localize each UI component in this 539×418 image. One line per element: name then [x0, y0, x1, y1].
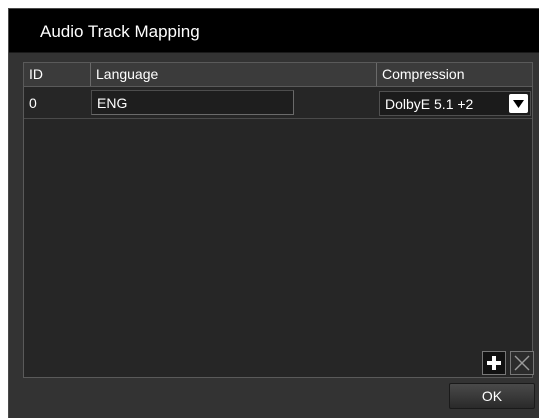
compression-select-value: DolbyE 5.1 +2	[385, 96, 474, 112]
column-header-compression[interactable]: Compression	[376, 63, 532, 86]
compression-select[interactable]: DolbyE 5.1 +2	[379, 91, 531, 116]
cross-icon	[514, 355, 530, 371]
table-row[interactable]: 0 DolbyE 5.1 +2	[24, 89, 532, 119]
audio-track-mapping-dialog: Audio Track Mapping ID Language Compress…	[8, 8, 539, 418]
add-track-button[interactable]	[482, 351, 506, 375]
ok-button[interactable]: OK	[449, 383, 535, 409]
dialog-title: Audio Track Mapping	[40, 22, 200, 41]
remove-track-button[interactable]	[510, 351, 534, 375]
table-header: ID Language Compression	[24, 63, 532, 87]
column-header-id[interactable]: ID	[24, 63, 90, 86]
column-header-language[interactable]: Language	[90, 63, 376, 86]
language-input[interactable]	[91, 90, 294, 115]
plus-icon	[487, 356, 501, 370]
track-id-cell: 0	[29, 95, 37, 111]
chevron-down-icon[interactable]	[509, 94, 528, 113]
dialog-titlebar: Audio Track Mapping	[9, 9, 539, 53]
track-mapping-table: ID Language Compression 0 DolbyE 5.1 +2	[23, 62, 534, 378]
